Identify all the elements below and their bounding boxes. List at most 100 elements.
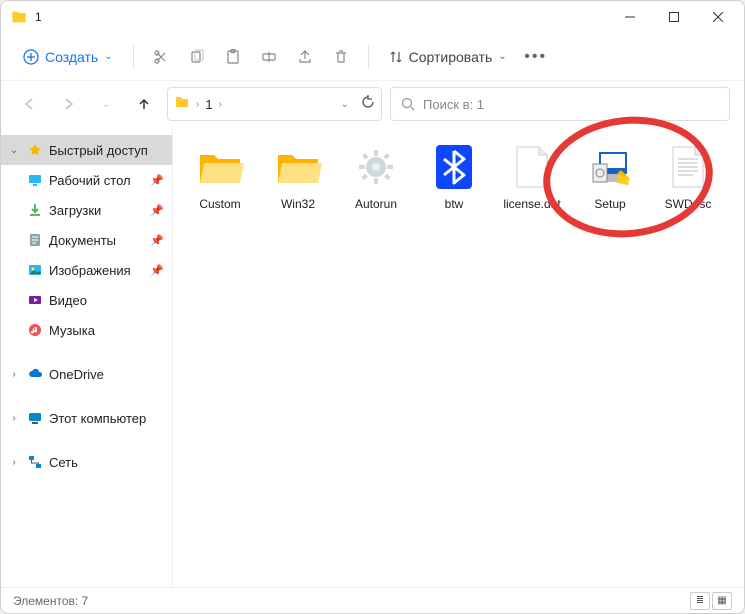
minimize-button[interactable]: [608, 2, 652, 32]
ellipsis-icon: •••: [524, 48, 547, 66]
more-button[interactable]: •••: [521, 40, 551, 74]
text-file-icon: [664, 143, 712, 191]
window-title: 1: [35, 10, 608, 24]
cut-button[interactable]: [146, 40, 176, 74]
sidebar-item-label: Сеть: [49, 455, 78, 470]
sort-icon: [389, 50, 403, 64]
star-icon: [27, 142, 43, 158]
search-box[interactable]: Поиск в: 1: [390, 87, 730, 121]
chevron-down-icon: ⌄: [102, 99, 110, 110]
paste-button[interactable]: [218, 40, 248, 74]
forward-button[interactable]: [53, 89, 83, 119]
separator: [368, 45, 369, 69]
icons-view-button[interactable]: ▦: [712, 592, 732, 610]
sidebar-item-label: Изображения: [49, 263, 131, 278]
pin-icon: 📌: [150, 234, 164, 247]
arrow-right-icon: [61, 97, 75, 111]
navigation-pane: ⌄ Быстрый доступ Рабочий стол 📌 Загрузки…: [1, 127, 173, 587]
sidebar-item-label: Этот компьютер: [49, 411, 146, 426]
chevron-down-icon: ⌄: [498, 51, 506, 62]
rename-button[interactable]: [254, 40, 284, 74]
status-bar: Элементов: 7 ≣ ▦: [1, 587, 744, 613]
explorer-body: ⌄ Быстрый доступ Рабочий стол 📌 Загрузки…: [1, 127, 744, 587]
file-icon: [508, 143, 556, 191]
recent-button[interactable]: ⌄: [91, 89, 121, 119]
share-button[interactable]: [290, 40, 320, 74]
up-button[interactable]: [129, 89, 159, 119]
folder-item-custom[interactable]: Custom: [181, 139, 259, 219]
file-explorer-window: 1 Создать ⌄ Сортировать ⌄ ••• ⌄: [0, 0, 745, 614]
sidebar-item-onedrive[interactable]: › OneDrive: [1, 359, 172, 389]
sidebar-item-downloads[interactable]: Загрузки 📌: [1, 195, 172, 225]
document-icon: [27, 232, 43, 248]
video-icon: [27, 292, 43, 308]
toolbar: Создать ⌄ Сортировать ⌄ •••: [1, 33, 744, 81]
address-bar[interactable]: › 1 › ⌄: [167, 87, 382, 121]
chevron-right-icon: ›: [7, 457, 21, 468]
file-item-swdesc[interactable]: SWDesc: [649, 139, 727, 219]
gear-icon: [352, 143, 400, 191]
back-button[interactable]: [15, 89, 45, 119]
refresh-icon: [361, 95, 375, 109]
sort-button[interactable]: Сортировать ⌄: [381, 40, 515, 74]
chevron-right-icon: ›: [196, 99, 199, 110]
folder-icon: [174, 94, 190, 115]
item-label: Win32: [281, 197, 315, 211]
pc-icon: [27, 410, 43, 426]
installer-icon: [586, 143, 634, 191]
refresh-button[interactable]: [361, 95, 375, 114]
sidebar-item-label: Видео: [49, 293, 87, 308]
new-button[interactable]: Создать ⌄: [15, 40, 121, 74]
clipboard-icon: [225, 49, 241, 65]
sidebar-item-documents[interactable]: Документы 📌: [1, 225, 172, 255]
navigation-row: ⌄ › 1 › ⌄ Поиск в: 1: [1, 81, 744, 127]
pin-icon: 📌: [150, 204, 164, 217]
title-bar: 1: [1, 1, 744, 33]
sidebar-item-label: Загрузки: [49, 203, 101, 218]
copy-button[interactable]: [182, 40, 212, 74]
chevron-down-icon: ⌄: [104, 51, 112, 62]
file-item-license[interactable]: license.dat: [493, 139, 571, 219]
sidebar-item-quick-access[interactable]: ⌄ Быстрый доступ: [1, 135, 172, 165]
desktop-icon: [27, 172, 43, 188]
maximize-button[interactable]: [652, 2, 696, 32]
sidebar-item-this-pc[interactable]: › Этот компьютер: [1, 403, 172, 433]
pin-icon: 📌: [150, 264, 164, 277]
sidebar-item-label: OneDrive: [49, 367, 104, 382]
plus-circle-icon: [23, 49, 39, 65]
item-label: Setup: [594, 197, 625, 211]
arrow-up-icon: [137, 97, 151, 111]
close-button[interactable]: [696, 2, 740, 32]
sidebar-item-label: Музыка: [49, 323, 95, 338]
breadcrumb-segment[interactable]: 1: [205, 97, 212, 112]
item-label: Custom: [199, 197, 240, 211]
item-count: Элементов: 7: [13, 594, 88, 608]
chevron-down-icon[interactable]: ⌄: [341, 99, 349, 110]
sidebar-item-desktop[interactable]: Рабочий стол 📌: [1, 165, 172, 195]
folder-icon: [196, 143, 244, 191]
sort-button-label: Сортировать: [409, 49, 493, 65]
rename-icon: [261, 49, 277, 65]
arrow-left-icon: [23, 97, 37, 111]
file-item-setup[interactable]: Setup: [571, 139, 649, 219]
folder-icon: [274, 143, 322, 191]
trash-icon: [333, 49, 349, 65]
cloud-icon: [27, 366, 43, 382]
delete-button[interactable]: [326, 40, 356, 74]
download-icon: [27, 202, 43, 218]
new-button-label: Создать: [45, 49, 98, 65]
sidebar-item-label: Рабочий стол: [49, 173, 131, 188]
file-item-autorun[interactable]: Autorun: [337, 139, 415, 219]
file-item-btw[interactable]: btw: [415, 139, 493, 219]
sidebar-item-label: Документы: [49, 233, 116, 248]
details-view-button[interactable]: ≣: [690, 592, 710, 610]
sidebar-item-music[interactable]: Музыка: [1, 315, 172, 345]
sidebar-item-network[interactable]: › Сеть: [1, 447, 172, 477]
sidebar-item-pictures[interactable]: Изображения 📌: [1, 255, 172, 285]
share-icon: [297, 49, 313, 65]
folder-item-win32[interactable]: Win32: [259, 139, 337, 219]
sidebar-item-videos[interactable]: Видео: [1, 285, 172, 315]
music-icon: [27, 322, 43, 338]
scissors-icon: [153, 49, 169, 65]
file-list[interactable]: Custom Win32 Autorun btw license.dat: [173, 127, 744, 587]
